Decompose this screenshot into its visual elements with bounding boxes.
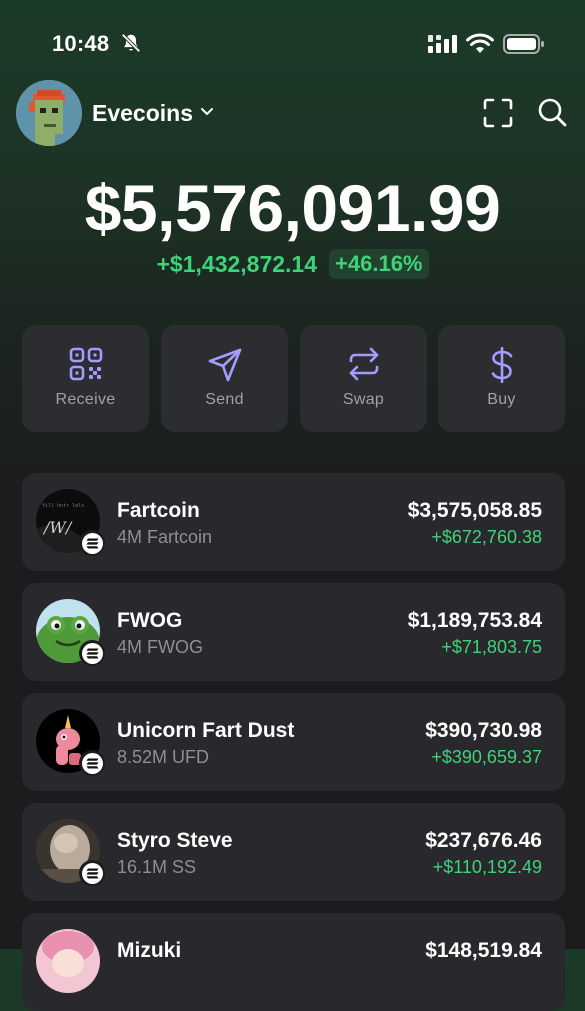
token-amount: 8.52M UFD [117,747,210,767]
svg-text:fill hntr lels: fill hntr lels [42,503,84,509]
action-buttons: Receive Send Swap Buy [22,325,565,432]
token-row-fartcoin[interactable]: fill hntr lels /W/ Fartcoin 4M Fartcoin … [22,473,565,571]
token-row-mizuki[interactable]: Mizuki $148,519.84 [22,913,565,1011]
bell-muted-icon [120,32,142,59]
svg-text:/W/: /W/ [42,518,73,537]
token-row-fwog[interactable]: FWOG 4M FWOG $1,189,753.84 +$71,803.75 [22,583,565,681]
balance-change-percent-badge: +46.16% [329,249,429,279]
dollar-icon [438,347,565,383]
solana-chain-badge-icon [79,530,105,556]
token-name: Styro Steve [117,829,233,852]
solana-chain-badge-icon [79,640,105,666]
swap-button[interactable]: Swap [300,325,427,432]
search-icon[interactable] [537,97,567,132]
mizuki-token-icon [36,929,100,993]
token-value: $237,676.46 [425,829,542,852]
token-amount: 4M FWOG [117,637,203,657]
token-value: $1,189,753.84 [407,609,542,632]
token-value: $390,730.98 [425,719,542,742]
token-amount: 4M Fartcoin [117,527,213,547]
token-value: $148,519.84 [425,939,542,962]
chevron-down-icon [199,103,215,124]
token-value: $3,575,058.85 [407,499,542,522]
send-button[interactable]: Send [161,325,288,432]
scan-icon[interactable] [483,98,513,133]
account-name: Evecoins [92,100,193,126]
token-change: +$390,659.37 [431,747,542,767]
send-icon [161,347,288,383]
token-amount: 16.1M SS [117,857,197,877]
avatar[interactable] [16,80,82,146]
swap-icon [300,347,427,381]
status-time: 10:48 [52,31,110,56]
token-name: FWOG [117,609,183,632]
token-name: Unicorn Fart Dust [117,719,295,742]
token-row-unicorn-fart-dust[interactable]: Unicorn Fart Dust 8.52M UFD $390,730.98 … [22,693,565,791]
solana-chain-badge-icon [79,860,105,886]
token-change: +$110,192.49 [432,857,542,877]
token-change: +$672,760.38 [431,527,542,547]
buy-button[interactable]: Buy [438,325,565,432]
token-name: Mizuki [117,939,182,962]
cellular-signal-icon [428,35,458,58]
balance-change-amount: +$1,432,872.14 [156,250,318,277]
status-bar: 10:48 [0,0,585,80]
balance-change: +$1,432,872.14 +46.16% [0,249,585,279]
solana-chain-badge-icon [79,750,105,776]
qr-code-icon [22,347,149,381]
token-row-styro-steve[interactable]: Styro Steve 16.1M SS $237,676.46 +$110,1… [22,803,565,901]
token-name: Fartcoin [117,499,200,522]
send-label: Send [205,391,244,408]
receive-button[interactable]: Receive [22,325,149,432]
swap-label: Swap [342,391,385,408]
buy-label: Buy [487,391,516,408]
token-change: +$71,803.75 [441,637,542,657]
wallet-header: Evecoins [0,80,585,146]
total-balance: $5,576,091.99 [84,171,501,245]
receive-label: Receive [55,391,116,408]
account-switcher[interactable]: Evecoins [92,100,215,127]
battery-icon [503,33,545,60]
wifi-icon [466,33,494,59]
